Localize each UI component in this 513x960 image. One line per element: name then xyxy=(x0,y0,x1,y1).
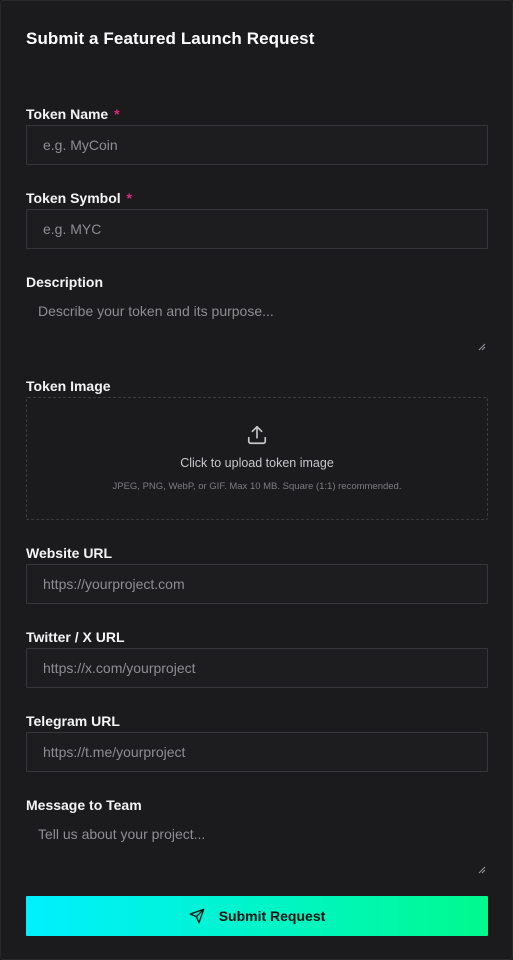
send-icon xyxy=(189,908,205,924)
website-url-label-text: Website URL xyxy=(26,545,113,561)
upload-instruction: Click to upload token image xyxy=(180,456,334,470)
description-textarea[interactable] xyxy=(26,297,488,353)
token-name-label-text: Token Name xyxy=(26,106,109,122)
twitter-url-label-text: Twitter / X URL xyxy=(26,629,125,645)
token-image-label: Token Image xyxy=(26,378,111,394)
website-url-input[interactable] xyxy=(26,564,488,604)
twitter-url-input[interactable] xyxy=(26,648,488,688)
message-label: Message to Team xyxy=(26,797,142,813)
telegram-url-label-text: Telegram URL xyxy=(26,713,120,729)
submit-request-button[interactable]: Submit Request xyxy=(26,896,488,936)
description-label-text: Description xyxy=(26,274,104,290)
token-symbol-input[interactable] xyxy=(26,209,488,249)
telegram-url-label: Telegram URL xyxy=(26,713,120,729)
submit-button-label: Submit Request xyxy=(218,908,326,924)
resize-grip-icon[interactable] xyxy=(478,866,486,874)
required-marker: * xyxy=(114,106,120,122)
upload-hint: JPEG, PNG, WebP, or GIF. Max 10 MB. Squa… xyxy=(112,481,402,492)
upload-icon xyxy=(247,425,267,445)
token-name-label: Token Name * xyxy=(26,106,120,122)
token-name-input[interactable] xyxy=(26,125,488,165)
token-image-dropzone[interactable]: Click to upload token image JPEG, PNG, W… xyxy=(26,397,488,520)
launch-request-form: Submit a Featured Launch Request Token N… xyxy=(0,0,513,960)
token-symbol-label: Token Symbol * xyxy=(26,190,132,206)
form-title: Submit a Featured Launch Request xyxy=(26,29,315,48)
required-marker: * xyxy=(126,190,132,206)
submit-button-content: Submit Request xyxy=(26,896,488,936)
telegram-url-input[interactable] xyxy=(26,732,488,772)
token-symbol-label-text: Token Symbol xyxy=(26,190,121,206)
twitter-url-label: Twitter / X URL xyxy=(26,629,125,645)
description-label: Description xyxy=(26,274,103,290)
resize-grip-icon[interactable] xyxy=(478,343,486,351)
website-url-label: Website URL xyxy=(26,545,112,561)
token-image-label-text: Token Image xyxy=(26,378,111,394)
message-label-text: Message to Team xyxy=(26,797,142,813)
message-textarea[interactable] xyxy=(26,820,488,876)
